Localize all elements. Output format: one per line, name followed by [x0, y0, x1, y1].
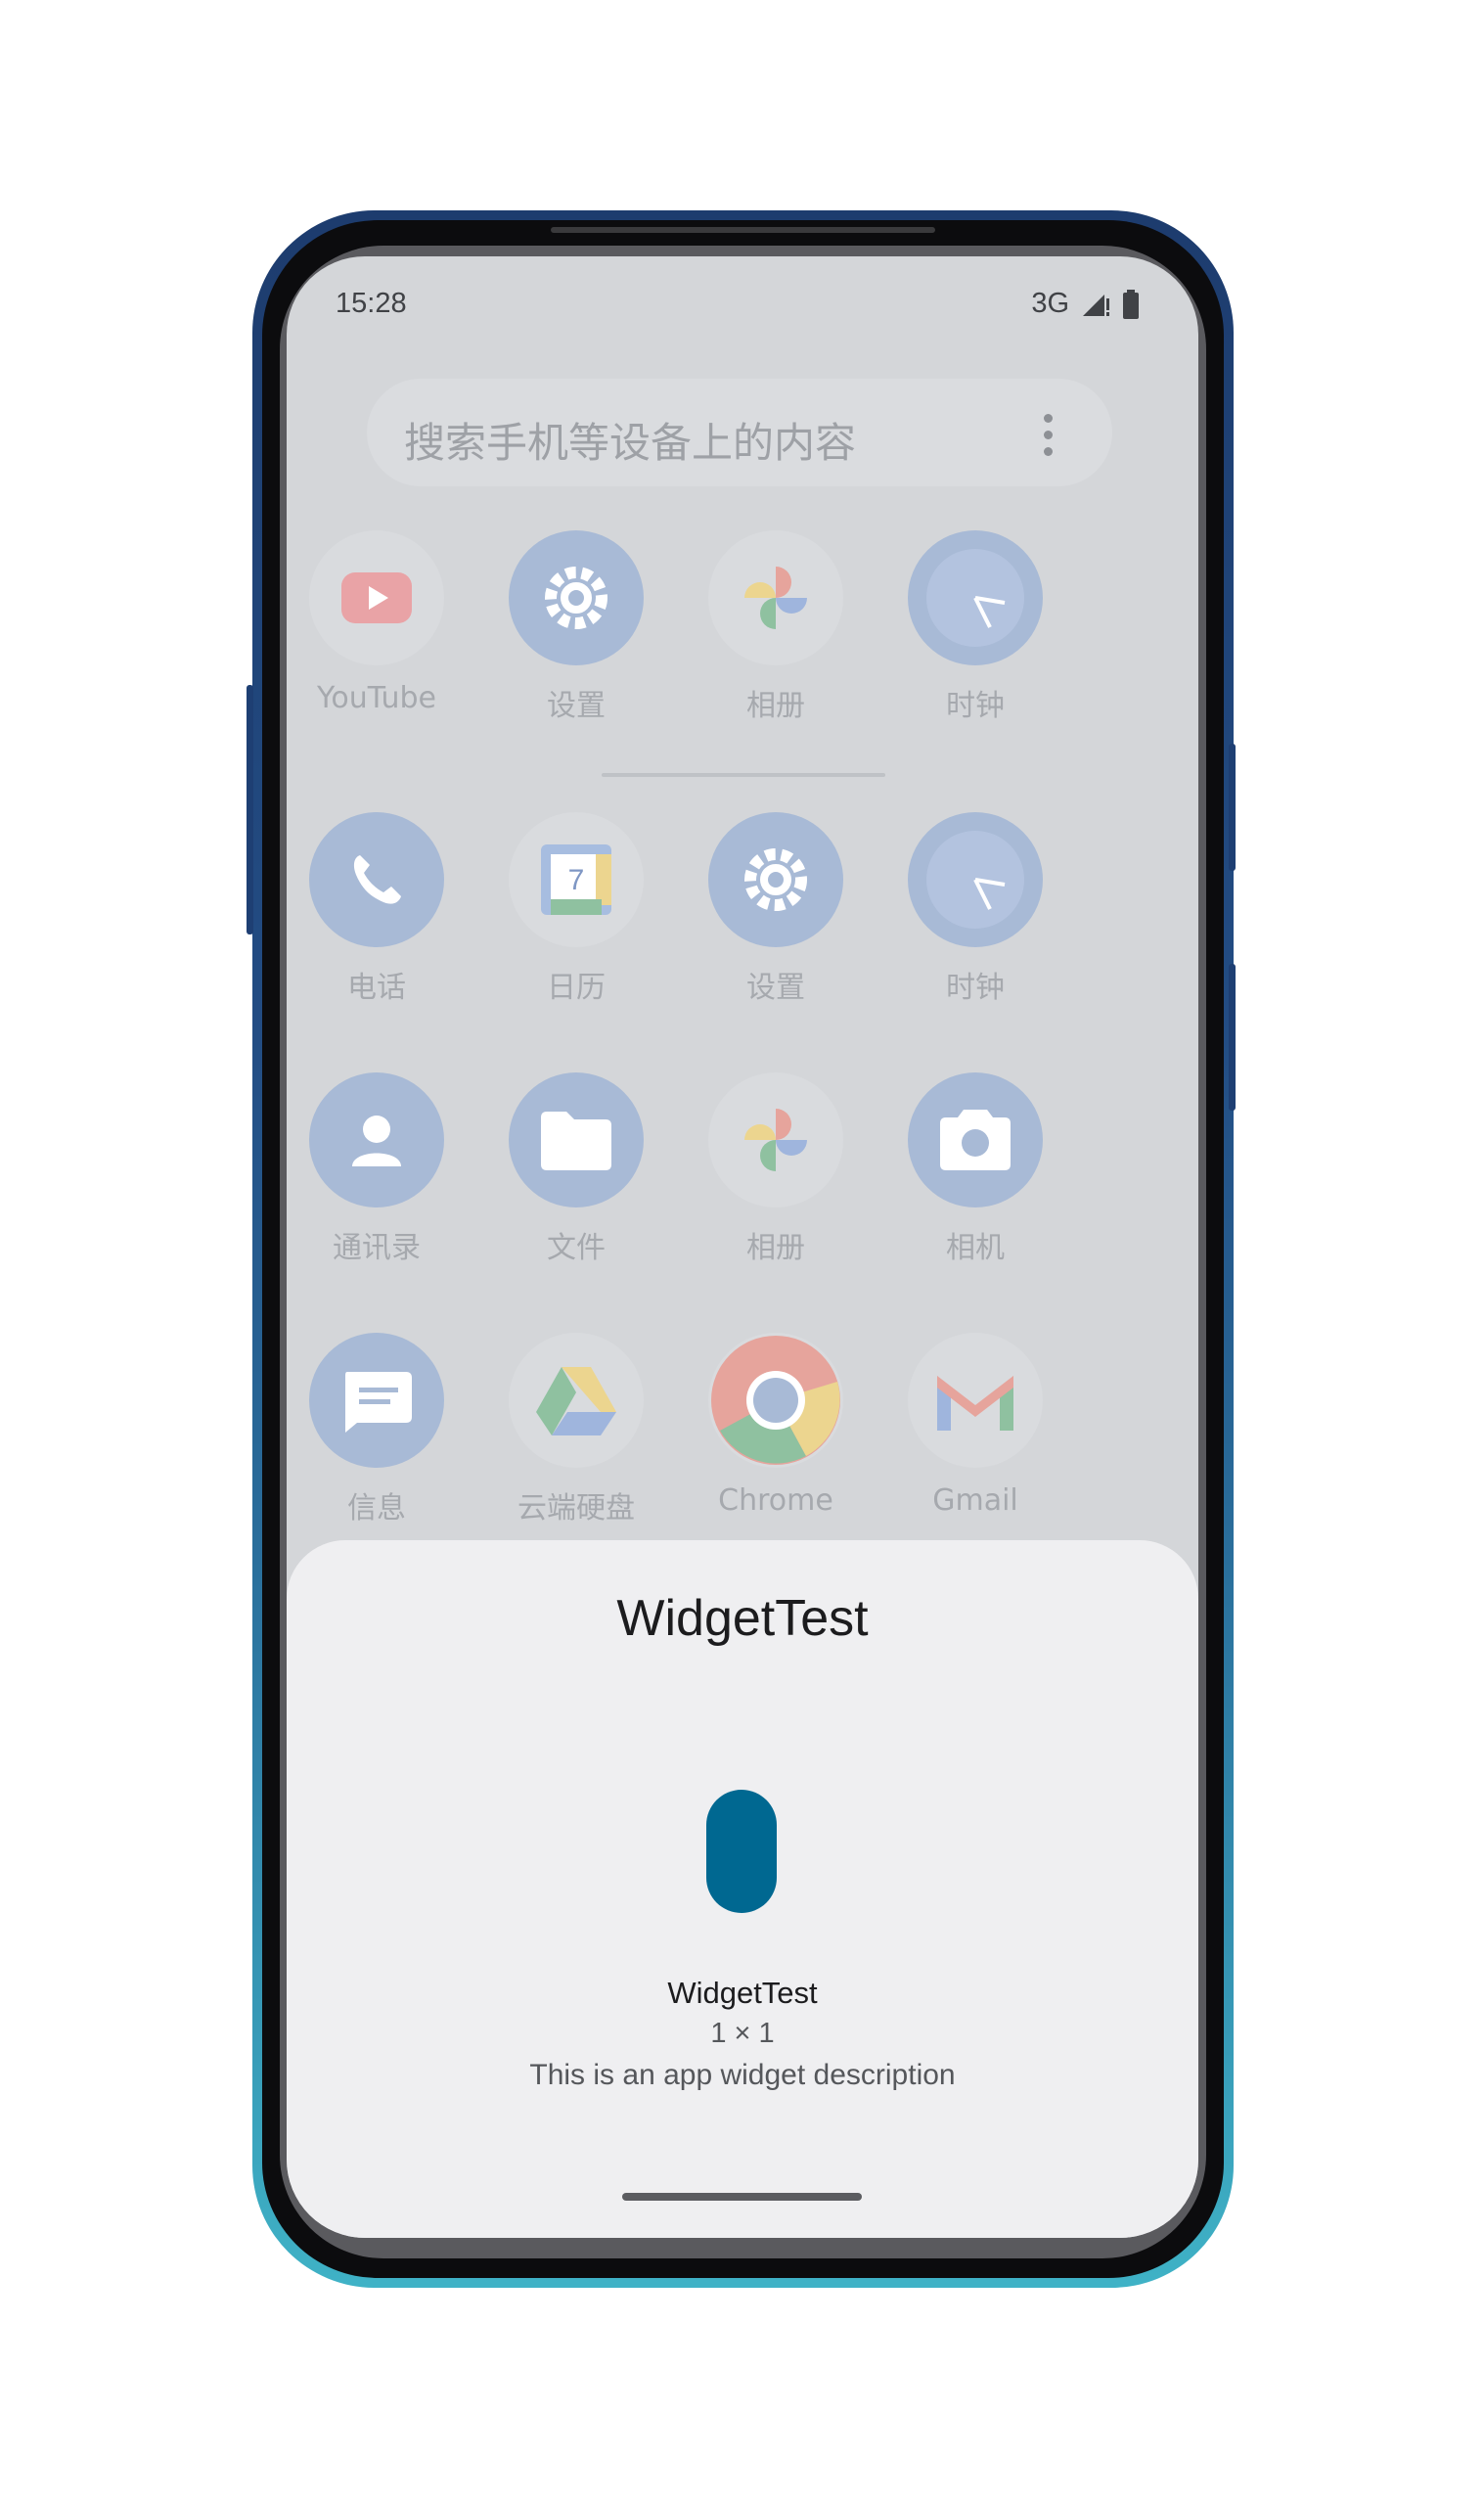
app-label: Gmail	[932, 1483, 1018, 1518]
drive-icon	[509, 1333, 644, 1468]
app-clock-2[interactable]: 时钟	[873, 812, 1078, 1006]
app-contacts[interactable]: 通讯录	[287, 1072, 479, 1266]
app-label: 时钟	[946, 971, 1005, 1005]
app-photos-2[interactable]: 相册	[673, 1072, 878, 1266]
widget-description: This is an app widget description	[529, 2059, 956, 2091]
app-photos[interactable]: 相册	[673, 530, 878, 724]
app-label: YouTube	[317, 681, 436, 715]
status-icons: 3G	[1031, 288, 1140, 320]
volume-button	[247, 685, 253, 934]
app-messages[interactable]: 信息	[287, 1333, 479, 1526]
app-files[interactable]: 文件	[473, 1072, 679, 1266]
app-label: 相机	[946, 1231, 1005, 1265]
status-time: 15:28	[336, 288, 407, 319]
app-label: 时钟	[946, 689, 1005, 723]
clock-icon	[908, 812, 1043, 947]
messages-icon	[309, 1333, 444, 1468]
signal-icon	[1083, 294, 1109, 316]
app-camera[interactable]: 相机	[873, 1072, 1078, 1266]
youtube-icon	[309, 530, 444, 665]
app-settings[interactable]: 设置	[473, 530, 679, 724]
gesture-nav-handle[interactable]	[622, 2193, 862, 2201]
earpiece-speaker	[551, 227, 935, 233]
widget-name: WidgetTest	[667, 1976, 818, 2010]
app-label: 云端硬盘	[517, 1491, 635, 1526]
app-label: 设置	[547, 689, 606, 723]
app-clock[interactable]: 时钟	[873, 530, 1078, 724]
alert-slider	[1229, 744, 1236, 871]
files-icon	[509, 1072, 644, 1207]
power-button	[1229, 964, 1236, 1111]
calendar-day: 7	[568, 864, 585, 896]
phone-icon	[309, 812, 444, 947]
widget-preview[interactable]	[706, 1790, 777, 1913]
dock-divider	[602, 773, 885, 777]
battery-icon	[1123, 289, 1139, 319]
camera-icon	[908, 1072, 1043, 1207]
app-label: 相册	[746, 1231, 805, 1265]
photos-icon	[708, 530, 843, 665]
app-youtube[interactable]: YouTube	[287, 530, 479, 715]
clock-icon	[908, 530, 1043, 665]
photos-icon	[708, 1072, 843, 1207]
widget-size: 1 × 1	[710, 2018, 775, 2049]
app-chrome[interactable]: Chrome	[673, 1333, 878, 1518]
app-label: 电话	[347, 971, 406, 1005]
app-phone[interactable]: 电话	[287, 812, 479, 1006]
app-label: 通讯录	[333, 1231, 421, 1265]
app-label: 设置	[746, 971, 805, 1005]
network-type: 3G	[1031, 288, 1069, 319]
app-label: 相册	[746, 689, 805, 723]
app-label: Chrome	[718, 1483, 833, 1518]
search-bar[interactable]: 搜索手机等设备上的内容	[367, 379, 1112, 486]
widget-bottom-sheet: WidgetTest WidgetTest 1 × 1 This is an a…	[287, 1540, 1198, 2238]
contacts-icon	[309, 1072, 444, 1207]
app-label: 信息	[347, 1491, 406, 1526]
more-vert-icon[interactable]	[1044, 414, 1054, 456]
app-label: 日历	[547, 971, 606, 1005]
app-label: 文件	[547, 1231, 606, 1265]
screen: 15:28 3G 搜索手机等设备上的内容 YouTube 设置 相册 时钟 电话…	[287, 256, 1198, 2238]
app-drive[interactable]: 云端硬盘	[473, 1333, 679, 1526]
app-gmail[interactable]: Gmail	[873, 1333, 1078, 1518]
calendar-icon: 7	[509, 812, 644, 947]
search-placeholder: 搜索手机等设备上的内容	[404, 419, 857, 467]
settings-icon	[708, 812, 843, 947]
app-settings-2[interactable]: 设置	[673, 812, 878, 1006]
app-calendar[interactable]: 7 日历	[473, 812, 679, 1006]
settings-icon	[509, 530, 644, 665]
sheet-title: WidgetTest	[616, 1590, 869, 1647]
gmail-icon	[908, 1333, 1043, 1468]
chrome-icon	[708, 1333, 843, 1468]
status-bar: 15:28 3G	[287, 256, 1198, 344]
